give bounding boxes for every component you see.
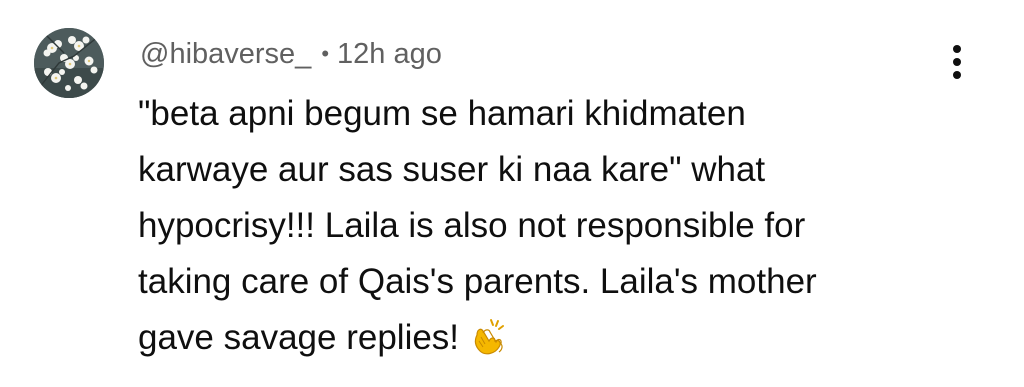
comment-text-line: "beta apni begum se hamari khidmaten [138,94,746,133]
clapping-hands-icon [469,317,509,374]
meta-separator: • [321,41,330,66]
comment-text-line-last: gave savage replies! [138,310,938,374]
author-name[interactable]: @hibaverse_ [140,38,311,71]
avatar[interactable] [34,28,104,98]
flower-avatar-image [34,28,104,98]
comment-meta: @hibaverse_ • 12h ago [140,34,442,74]
comment-text-line: hypocrisy!!! Laila is also not responsib… [138,206,806,245]
comment-text-line: gave savage replies! [138,318,460,357]
vertical-ellipsis-icon-dot [953,58,961,66]
comment-timestamp[interactable]: 12h ago [337,38,442,71]
comment-text-line: karwaye aur sas suser ki naa kare" what [138,150,766,189]
comment-text-line: taking care of Qais's parents. Laila's m… [138,262,817,301]
vertical-ellipsis-icon-dot [953,71,961,79]
vertical-ellipsis-icon [953,45,961,53]
comment-card: @hibaverse_ • 12h ago "beta apni begum s… [0,0,1024,387]
comment-text: "beta apni begum se hamari khidmaten kar… [138,86,938,374]
more-options-button[interactable] [940,36,974,88]
